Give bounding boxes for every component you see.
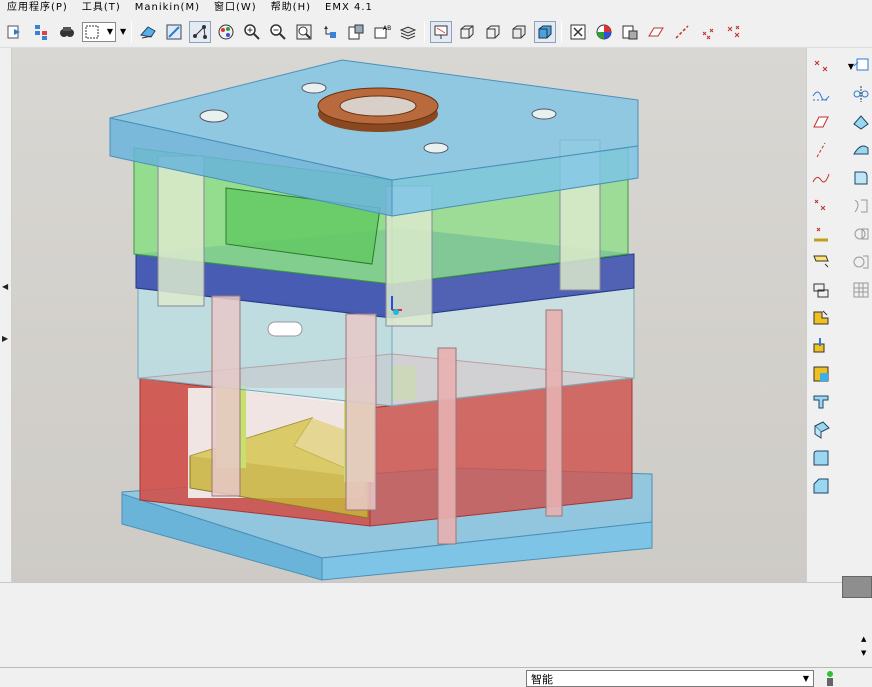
menu-manikin[interactable]: Manikin(M)	[128, 0, 207, 16]
model-tree-icon[interactable]	[593, 21, 615, 43]
refit-icon[interactable]	[163, 21, 185, 43]
hole-icon[interactable]	[809, 418, 833, 442]
datum-axis-icon[interactable]	[671, 21, 693, 43]
view-manager-icon[interactable]	[397, 21, 419, 43]
graphics-viewport[interactable]	[12, 48, 806, 582]
analysis-feature-icon[interactable]	[809, 250, 833, 274]
main-toolbar: ▼ ▼ AB	[0, 16, 872, 48]
chevron-right-icon[interactable]: ▶	[2, 334, 8, 343]
no-hidden-icon[interactable]	[482, 21, 504, 43]
coordinate-system-icon[interactable]	[809, 222, 833, 246]
mold-assembly-model	[109, 59, 653, 581]
zoom-out-icon[interactable]	[267, 21, 289, 43]
select-box-dropdown[interactable]: ▼	[82, 21, 116, 42]
regenerate-view-icon[interactable]	[619, 21, 641, 43]
chevron-down-icon: ▼	[802, 674, 809, 683]
sketch-datum-icon[interactable]	[809, 54, 833, 78]
thicken-icon[interactable]	[849, 250, 872, 274]
repaint-icon[interactable]	[137, 21, 159, 43]
csys-icon[interactable]	[723, 21, 745, 43]
select-box-icon	[85, 25, 99, 38]
left-rail: ◀ ▶	[0, 48, 12, 582]
curve-network-icon[interactable]	[809, 82, 833, 106]
surface-tools-column	[849, 54, 872, 306]
sweep-icon[interactable]	[809, 390, 833, 414]
zoom-fit-icon[interactable]	[293, 21, 315, 43]
orient-icon[interactable]	[319, 21, 341, 43]
solidify-icon[interactable]	[849, 194, 872, 218]
layers-icon[interactable]: AB	[371, 21, 393, 43]
shaded-icon[interactable]	[534, 20, 557, 43]
regenerate-manager-icon[interactable]	[30, 21, 52, 43]
status-light-icon	[826, 670, 834, 686]
menu-emx[interactable]: EMX 4.1	[318, 0, 380, 16]
close-window-icon[interactable]	[567, 21, 589, 43]
menu-help[interactable]: 帮助(H)	[264, 0, 318, 16]
wireframe-icon[interactable]	[430, 20, 453, 43]
datum-tools-column	[809, 54, 833, 502]
saved-views-icon[interactable]	[345, 21, 367, 43]
selection-filter-dropdown[interactable]: 智能 ▼	[526, 670, 814, 687]
right-feature-toolbar: ▼	[806, 48, 872, 582]
zoom-in-icon[interactable]	[241, 21, 263, 43]
status-bar: 智能 ▼	[0, 667, 872, 687]
menubar: 应用程序(P) 工具(T) Manikin(M) 窗口(W) 帮助(H) EMX…	[0, 0, 872, 16]
extrude-icon[interactable]	[809, 334, 833, 358]
menu-applications[interactable]: 应用程序(P)	[0, 0, 75, 16]
menu-window[interactable]: 窗口(W)	[207, 0, 264, 16]
chamfer-icon[interactable]	[809, 474, 833, 498]
copy-feature-icon[interactable]	[849, 54, 872, 78]
selection-filter-value: 智能	[531, 672, 553, 686]
insert-feature-icon[interactable]	[809, 306, 833, 330]
application-window: 应用程序(P) 工具(T) Manikin(M) 窗口(W) 帮助(H) EMX…	[0, 0, 872, 687]
trim-icon[interactable]	[849, 138, 872, 162]
shaded-view-icon[interactable]	[508, 21, 530, 43]
merge-icon[interactable]	[849, 110, 872, 134]
message-scrollbar[interactable]: ▲ ▼	[858, 605, 872, 665]
sprue-ring	[317, 87, 439, 132]
datum-point-icon[interactable]	[697, 21, 719, 43]
pattern-icon[interactable]	[849, 278, 872, 302]
menu-tools[interactable]: 工具(T)	[75, 0, 128, 16]
round-icon[interactable]	[809, 446, 833, 470]
chevron-down-icon: ▼	[106, 27, 113, 36]
toolbar-separator	[131, 20, 133, 43]
svg-text:AB: AB	[383, 25, 391, 32]
resize-grip[interactable]	[842, 576, 872, 598]
revolve-icon[interactable]	[809, 362, 833, 386]
find-icon[interactable]	[56, 21, 78, 43]
toolbar-separator	[561, 20, 563, 43]
datum-axis-icon[interactable]	[809, 138, 833, 162]
offset-icon[interactable]	[849, 222, 872, 246]
chevron-down-icon[interactable]: ▼	[861, 649, 866, 657]
chevron-up-icon[interactable]: ▲	[861, 635, 866, 643]
datum-plane-icon[interactable]	[645, 21, 667, 43]
component-placement-icon[interactable]	[809, 278, 833, 302]
appearance-icon[interactable]	[215, 21, 237, 43]
message-area: ▲ ▼	[0, 582, 872, 667]
datum-plane-icon[interactable]	[809, 110, 833, 134]
toolbar-separator	[424, 20, 426, 43]
sketched-curve-icon[interactable]	[809, 166, 833, 190]
chevron-left-icon[interactable]: ◀	[2, 282, 8, 291]
hidden-line-icon[interactable]	[456, 21, 478, 43]
datum-point-icon[interactable]	[809, 194, 833, 218]
mirror-icon[interactable]	[849, 82, 872, 106]
chevron-down-icon[interactable]: ▼	[120, 27, 126, 36]
regenerate-icon[interactable]	[4, 21, 26, 43]
extend-icon[interactable]	[849, 166, 872, 190]
spin-center-icon[interactable]	[189, 20, 212, 43]
